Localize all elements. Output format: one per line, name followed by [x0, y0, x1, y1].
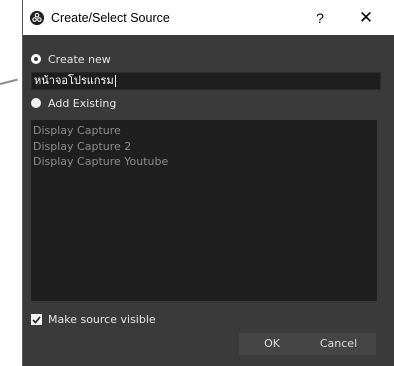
checkmark-icon [32, 315, 41, 324]
obs-app-icon [30, 11, 44, 25]
dialog-content: Create new หน้าจอโปรแกรม Add Existing Di… [23, 35, 394, 366]
add-existing-option[interactable]: Add Existing [31, 95, 116, 111]
create-select-source-dialog: Create/Select Source ? ✕ Create new หน้า… [22, 0, 394, 366]
list-item[interactable]: Display Capture 2 [31, 139, 377, 155]
source-name-input[interactable]: หน้าจอโปรแกรม [31, 72, 381, 90]
existing-sources-list[interactable]: Display Capture Display Capture 2 Displa… [31, 120, 377, 301]
source-name-value: หน้าจอโปรแกรม [34, 74, 114, 87]
list-item[interactable]: Display Capture [31, 120, 377, 139]
window-title: Create/Select Source [51, 11, 170, 25]
cancel-button[interactable]: Cancel [301, 333, 376, 355]
list-item[interactable]: Display Capture Youtube [31, 154, 377, 170]
ok-button[interactable]: OK [239, 333, 305, 355]
help-button[interactable]: ? [312, 10, 328, 26]
create-new-option[interactable]: Create new [31, 51, 111, 67]
make-visible-option[interactable]: Make source visible [31, 313, 156, 326]
add-existing-radio[interactable] [31, 98, 41, 108]
make-visible-checkbox[interactable] [31, 314, 42, 325]
close-icon: ✕ [358, 8, 374, 27]
add-existing-label: Add Existing [48, 96, 117, 110]
callout-pointer-line [0, 78, 18, 85]
text-caret [114, 75, 116, 87]
create-new-radio[interactable] [31, 54, 41, 64]
make-visible-label: Make source visible [48, 313, 156, 326]
create-new-label: Create new [48, 52, 111, 66]
title-bar: Create/Select Source ? ✕ [23, 0, 394, 35]
close-button[interactable]: ✕ [357, 8, 375, 28]
